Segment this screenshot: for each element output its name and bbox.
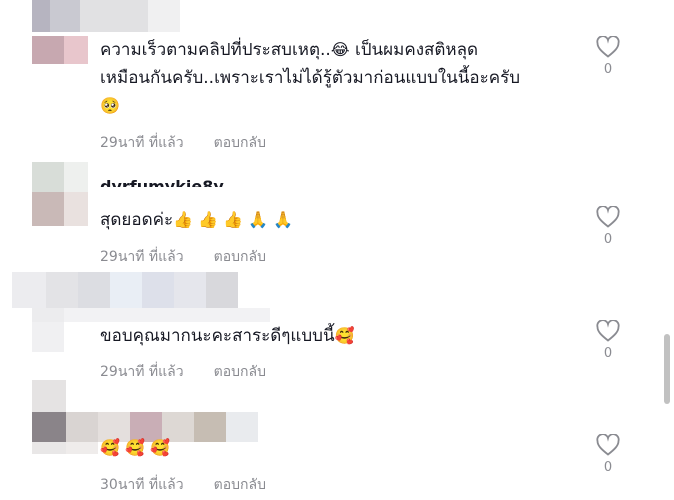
comment-meta: 30นาที ที่แล้ว ตอบกลับ bbox=[100, 474, 266, 496]
like-count: 0 bbox=[603, 232, 613, 247]
comment-text-line-2: เหมือนกันครับ..เพราะเราไม่ได้รู้ตัวมาก่อ… bbox=[100, 68, 521, 88]
heart-outline-icon bbox=[596, 36, 620, 58]
comment-meta: 29นาที ที่แล้ว ตอบกลับ bbox=[100, 246, 266, 268]
comment-time: 30นาที ที่แล้ว bbox=[100, 477, 184, 493]
comment-time: 29นาที ที่แล้ว bbox=[100, 135, 184, 151]
reply-button[interactable]: ตอบกลับ bbox=[214, 477, 266, 493]
comment-text: สุดยอดค่ะ👍 👍 👍 🙏 🙏 bbox=[100, 206, 293, 234]
username[interactable]: dyrfumykje8y bbox=[100, 178, 224, 187]
comment-meta: 29นาที ที่แล้ว ตอบกลับ bbox=[100, 361, 266, 383]
like-count: 0 bbox=[603, 346, 613, 361]
comment-text-part: ขอบคุณมากนะคะสาระดีๆแบบนี้ bbox=[100, 326, 335, 346]
heart-outline-icon bbox=[596, 434, 620, 456]
smiling-hearts-emoji: 🥰 bbox=[334, 326, 355, 345]
comment-text-part: เป็นผมคงสติหลุด bbox=[354, 40, 479, 60]
like-button[interactable]: 0 bbox=[592, 206, 624, 247]
pleading-emoji: 🥺 bbox=[100, 92, 120, 120]
heart-outline-icon bbox=[596, 320, 620, 342]
like-button[interactable]: 0 bbox=[592, 434, 624, 475]
comment-text: 🥰 🥰 🥰 bbox=[100, 434, 170, 462]
like-count: 0 bbox=[603, 62, 613, 77]
comment-time: 29นาที ที่แล้ว bbox=[100, 249, 184, 265]
like-count: 0 bbox=[603, 460, 613, 475]
thumbs-up-pray-emojis: 👍 👍 👍 🙏 🙏 bbox=[173, 210, 294, 229]
smiling-hearts-emojis: 🥰 🥰 🥰 bbox=[100, 438, 170, 457]
comment-meta: 29นาที ที่แล้ว ตอบกลับ bbox=[100, 132, 266, 154]
comment-text-part: สุดยอดค่ะ bbox=[100, 210, 174, 230]
reply-button[interactable]: ตอบกลับ bbox=[214, 135, 266, 151]
pleading-emoji-glyph: 🥺 bbox=[100, 96, 120, 115]
reply-button[interactable]: ตอบกลับ bbox=[214, 249, 266, 265]
comment-text: ขอบคุณมากนะคะสาระดีๆแบบนี้🥰 bbox=[100, 322, 355, 350]
laughing-emoji: 😂 bbox=[330, 40, 350, 59]
heart-outline-icon bbox=[596, 206, 620, 228]
reply-button[interactable]: ตอบกลับ bbox=[214, 364, 266, 380]
scrollbar-thumb[interactable] bbox=[664, 334, 670, 404]
comment-text-part: ความเร็วตามคลิปที่ประสบเหตุ.. bbox=[100, 40, 331, 60]
comment-text: ความเร็วตามคลิปที่ประสบเหตุ..😂 เป็นผมคงส… bbox=[100, 36, 478, 64]
comment-time: 29นาที ที่แล้ว bbox=[100, 364, 184, 380]
like-button[interactable]: 0 bbox=[592, 320, 624, 361]
like-button[interactable]: 0 bbox=[592, 36, 624, 77]
